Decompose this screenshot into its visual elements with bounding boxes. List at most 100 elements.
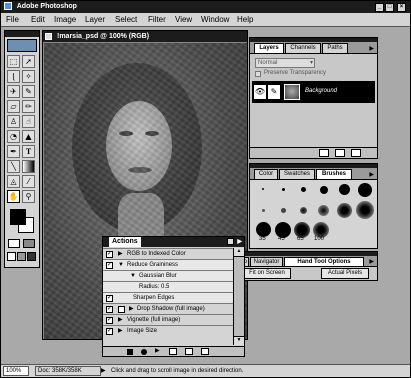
action-row[interactable]: ✓ ▼ Reduce Graininess [103,259,233,270]
rubber-stamp-tool-icon[interactable]: ♙ [7,115,20,128]
action-expander-icon[interactable]: ▶ [118,326,123,336]
eyedropper-tool-icon[interactable]: ⁄ [22,175,35,188]
tab-channels[interactable]: Channels [285,43,321,53]
action-checkbox[interactable]: ✓ [106,295,113,302]
action-expander-icon[interactable]: ▼ [130,271,136,281]
foreground-color-swatch[interactable] [10,209,26,225]
quick-mask-off-icon[interactable] [8,239,20,248]
panel-menu-arrow-icon[interactable]: ▶ [369,171,374,178]
new-layer-icon[interactable] [335,149,345,157]
screen-mode-full-icon[interactable] [27,252,36,261]
preserve-transparency-checkbox[interactable] [255,71,261,77]
action-checkbox[interactable]: ✓ [106,262,113,269]
hand-tool-icon[interactable]: ✋ [7,190,20,203]
gradient-tool-icon[interactable] [22,160,35,173]
action-row[interactable]: ✓ Sharpen Edges [103,292,233,303]
brush-preset[interactable] [339,184,350,195]
lasso-tool-icon[interactable]: ɭ [7,70,20,83]
type-tool-icon[interactable]: T [22,145,35,158]
action-expander-icon[interactable]: ▶ [129,304,134,314]
menu-filter[interactable]: Filter [148,13,166,27]
smudge-tool-icon[interactable]: ☝ [22,115,35,128]
menu-view[interactable]: View [175,13,192,27]
action-dialog-toggle-icon[interactable] [118,306,125,313]
delete-action-icon[interactable] [201,348,209,355]
marquee-tool-icon[interactable]: ⬚ [7,55,20,68]
menu-file[interactable]: File [6,13,19,27]
brush-preset[interactable] [356,201,374,219]
stop-icon[interactable] [127,349,133,355]
action-expander-icon[interactable]: ▼ [118,260,124,270]
scroll-down-arrow-icon[interactable]: ▼ [234,336,244,345]
pen-tool-icon[interactable]: ✒ [7,145,20,158]
action-checkbox[interactable]: ✓ [106,328,113,335]
panel-menu-arrow-icon[interactable]: ▶ [369,45,374,52]
menu-image[interactable]: Image [54,13,76,27]
move-tool-icon[interactable]: ➚ [22,55,35,68]
menu-help[interactable]: Help [237,13,253,27]
action-row[interactable]: Radius: 0.5 [103,281,233,292]
action-row[interactable]: ✓ ▶ RGB to Indexed Color [103,248,233,259]
brush-preset[interactable] [320,186,328,194]
brush-preset[interactable] [301,187,306,192]
close-button[interactable]: × [397,3,406,12]
brush-preset[interactable] [262,188,264,190]
new-set-icon[interactable] [169,348,177,355]
record-icon[interactable] [141,349,147,355]
panel-close-button[interactable] [227,238,234,245]
action-checkbox[interactable]: ✓ [106,306,113,313]
action-checkbox[interactable] [106,273,113,280]
action-checkbox[interactable]: ✓ [106,317,113,324]
menu-select[interactable]: Select [115,13,137,27]
pencil-tool-icon[interactable]: ✏ [22,100,35,113]
blend-mode-select[interactable]: Normal ▾ [255,58,315,68]
action-row[interactable]: ✓ ▶ Image Size [103,325,233,336]
panel-menu-arrow-icon[interactable]: ▶ [237,237,242,247]
status-arrow-icon[interactable]: ▶ [101,365,106,377]
paint-bucket-tool-icon[interactable]: ◬ [7,175,20,188]
screen-mode-standard-icon[interactable] [7,252,16,261]
action-row[interactable]: ✓ ▶ Drop Shadow (full image) [103,303,233,314]
zoom-tool-icon[interactable]: ⚲ [22,190,35,203]
brush-preset[interactable] [256,222,271,237]
doc-size[interactable]: Doc: 358K/358K [35,366,101,376]
brush-preset[interactable] [262,209,265,212]
eraser-tool-icon[interactable]: ▱ [7,100,20,113]
line-tool-icon[interactable]: ╲ [7,160,20,173]
new-layer-mask-icon[interactable] [319,149,329,157]
panel-menu-arrow-icon[interactable]: ▶ [369,258,374,265]
screen-mode-full-menu-icon[interactable] [17,252,26,261]
fit-on-screen-button[interactable]: Fit on Screen [243,268,291,279]
menu-layer[interactable]: Layer [85,13,105,27]
scroll-up-arrow-icon[interactable]: ▲ [234,248,244,257]
action-checkbox[interactable]: ✓ [106,251,113,258]
maximize-button[interactable]: □ [385,3,394,12]
action-row[interactable]: ✓ ▶ Vignette (full image) [103,314,233,325]
tab-navigator[interactable]: Navigator [250,257,283,266]
minimize-button[interactable]: _ [375,3,384,12]
tab-paths[interactable]: Paths [322,43,348,53]
tab-swatches[interactable]: Swatches [279,169,315,179]
new-action-icon[interactable] [185,348,193,355]
play-icon[interactable]: ▶ [155,347,160,356]
actual-pixels-button[interactable]: Actual Pixels [321,268,369,279]
tab-brushes[interactable]: Brushes [316,169,352,179]
airbrush-tool-icon[interactable]: ✈ [7,85,20,98]
paintbrush-tool-icon[interactable]: ✎ [22,85,35,98]
zoom-level-field[interactable]: 100% [3,366,29,376]
actions-scrollbar[interactable]: ▲ ▼ [233,248,244,345]
brush-preset[interactable] [318,205,329,216]
magic-wand-tool-icon[interactable]: ✧ [22,70,35,83]
tab-color[interactable]: Color [254,169,278,179]
sharpen-tool-icon[interactable]: ▲ [22,130,35,143]
brush-preset[interactable] [282,188,285,191]
tab-layers[interactable]: Layers [254,43,284,53]
dodge-tool-icon[interactable]: ◔ [7,130,20,143]
layer-visibility-eye-icon[interactable]: 👁 [254,85,266,99]
quick-mask-on-icon[interactable] [23,239,35,248]
layer-row-background[interactable]: 👁 ✎ Background [252,81,375,103]
action-expander-icon[interactable]: ▶ [118,315,123,325]
menu-window[interactable]: Window [201,13,229,27]
menu-edit[interactable]: Edit [31,13,45,27]
delete-layer-icon[interactable] [351,149,361,157]
